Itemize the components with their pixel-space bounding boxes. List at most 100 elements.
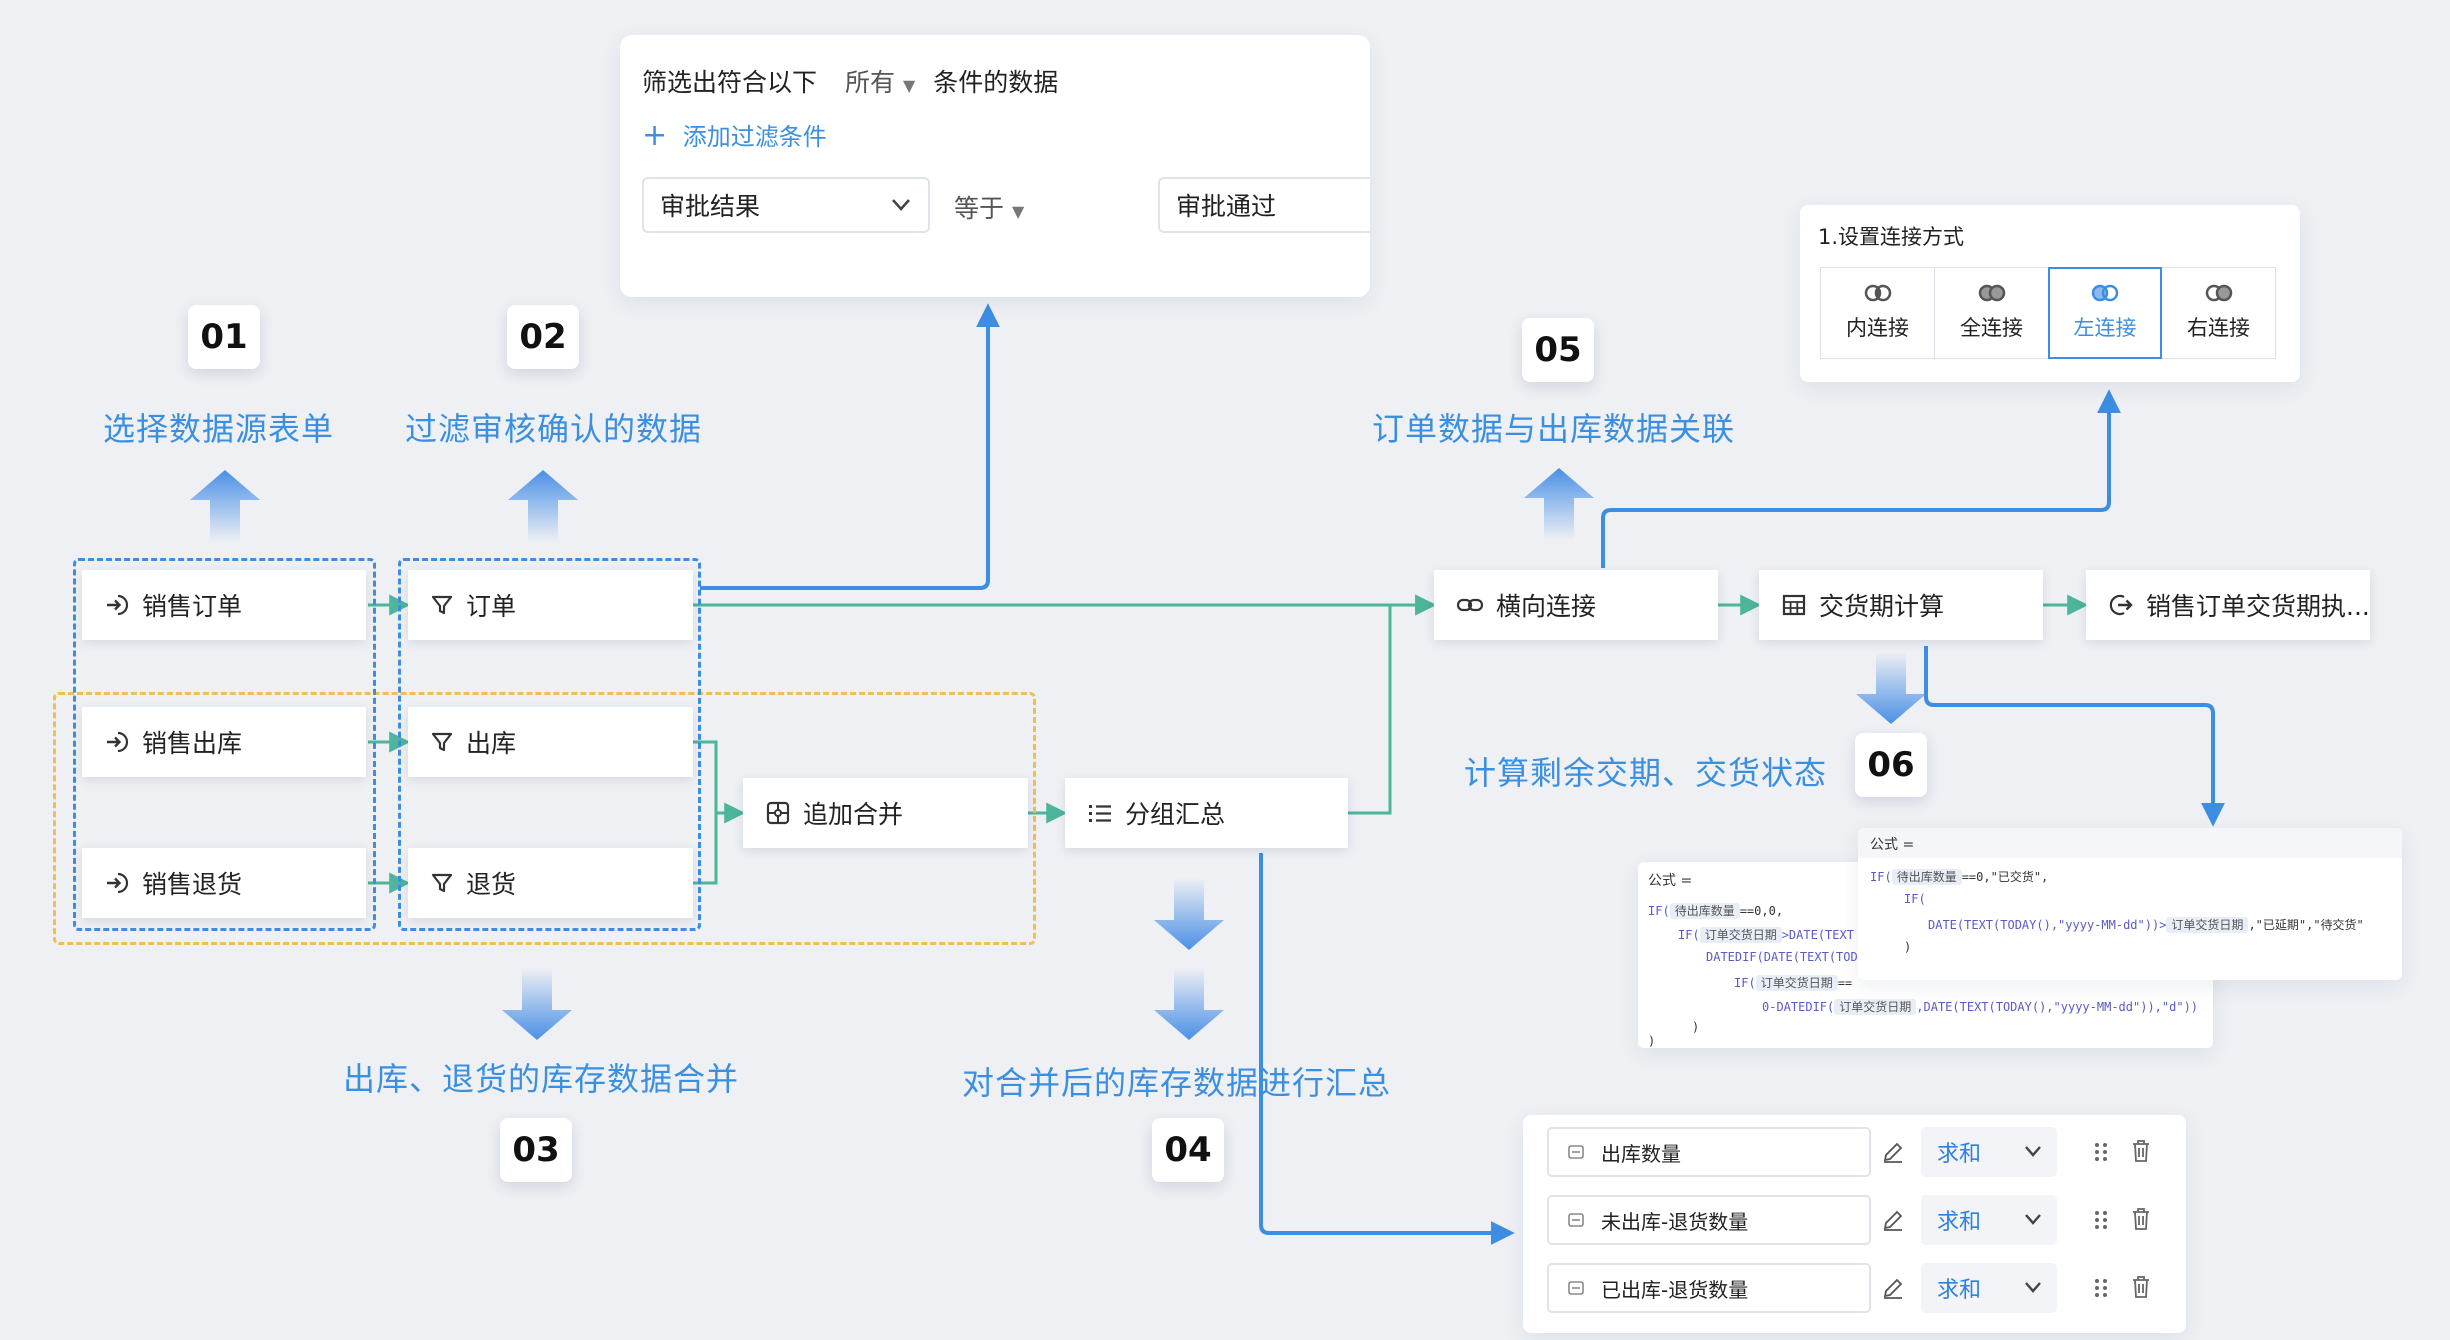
formula-back-line3: DATEDIF(DATE(TEXT(TOD <box>1706 950 1858 964</box>
code-text: == <box>1837 976 1853 990</box>
node-source-sales-return[interactable]: 销售退货 <box>82 848 366 918</box>
code-fn: IF( <box>1734 976 1756 990</box>
aggregate-func-select[interactable]: 求和 <box>1921 1127 2057 1177</box>
aggregate-field[interactable]: 出库数量 <box>1547 1127 1871 1177</box>
step-badge-06: 06 <box>1855 733 1927 797</box>
full-join-icon <box>1978 284 2005 302</box>
drag-handle-icon[interactable] <box>2093 1140 2109 1164</box>
aggregate-func-value: 求和 <box>1937 1278 1982 1303</box>
list-icon <box>1089 805 1111 822</box>
step-label-01: 选择数据源表单 <box>103 410 335 448</box>
link-icon <box>1456 598 1484 612</box>
trash-icon[interactable] <box>2131 1207 2151 1231</box>
edit-icon[interactable] <box>1881 1208 1905 1232</box>
node-append-merge[interactable]: 追加合并 <box>743 778 1028 848</box>
formula-back-line4: IF(订单交货日期 == <box>1734 974 1852 991</box>
up-arrow-01 <box>190 470 260 542</box>
node-filter-order[interactable]: 订单 <box>408 570 693 640</box>
filter-operator-select[interactable]: 等于 ▼ <box>954 189 1024 225</box>
field-tag: 订单交货日期 <box>1755 975 1838 991</box>
join-option-full-label: 全连接 <box>1960 316 2023 340</box>
field-tag: 订单交货日期 <box>1699 927 1782 943</box>
step-badge-03: 03 <box>500 1118 572 1182</box>
formula-back-line5: 0-DATEDIF(订单交货日期 ,DATE(TEXT(TODAY(),"yyyy… <box>1762 998 2198 1015</box>
drag-handle-icon[interactable] <box>2093 1276 2109 1300</box>
node-group-summary[interactable]: 分组汇总 <box>1065 778 1348 848</box>
aggregate-card: 出库数量 求和 未出库-退货数量 求和 已出库-退货数量 求和 <box>1523 1115 2186 1333</box>
code-text: >DATE(TEXT <box>1781 928 1854 942</box>
left-join-icon <box>2091 284 2119 302</box>
join-option-left[interactable]: 左连接 <box>2048 267 2162 359</box>
join-option-inner-label: 内连接 <box>1846 316 1909 340</box>
filter-condition-card: 筛选出符合以下 所有 ▼ 条件的数据 + 添加过滤条件 审批结果 等于 ▼ 审批… <box>620 35 1370 297</box>
code-text: ) <box>1692 1020 1700 1034</box>
code-text: ==0,0, <box>1739 904 1784 918</box>
node-filter-outbound[interactable]: 出库 <box>408 707 693 777</box>
formula-back-line1: IF(待出库数量 ==0,0, <box>1648 902 1783 919</box>
inner-join-icon <box>1864 284 1891 302</box>
node-label: 销售订单 <box>142 592 243 621</box>
node-source-sales-outbound[interactable]: 销售出库 <box>82 707 366 777</box>
drag-handle-icon[interactable] <box>2093 1208 2109 1232</box>
join-option-right[interactable]: 右连接 <box>2162 267 2276 359</box>
filter-field-value: 审批结果 <box>660 192 761 221</box>
aggregate-func-value: 求和 <box>1937 1210 1982 1235</box>
code-fn: IF( <box>1870 870 1892 884</box>
node-delivery-calc[interactable]: 交货期计算 <box>1759 570 2043 640</box>
code-text: DATEDIF(DATE(TEXT(TOD <box>1706 950 1858 964</box>
join-option-inner[interactable]: 内连接 <box>1820 267 1934 359</box>
node-label: 销售退货 <box>142 870 243 899</box>
formula-front-line2: IF( <box>1904 892 1926 906</box>
step-badge-05: 05 <box>1522 318 1594 382</box>
edit-icon[interactable] <box>1881 1276 1905 1300</box>
join-option-left-label: 左连接 <box>2073 316 2137 340</box>
filter-scope-select[interactable]: 所有 ▼ <box>845 68 923 97</box>
aggregate-field[interactable]: 未出库-退货数量 <box>1547 1195 1871 1245</box>
node-label: 横向连接 <box>1496 592 1597 621</box>
step-badge-01: 01 <box>188 305 260 369</box>
aggregate-func-select[interactable]: 求和 <box>1921 1263 2057 1313</box>
join-option-full[interactable]: 全连接 <box>1934 267 2048 359</box>
node-filter-return[interactable]: 退货 <box>408 848 693 918</box>
formula-back-title: 公式 = <box>1648 873 1693 889</box>
node-label: 出库 <box>466 729 517 758</box>
edge-group-to-aggregate <box>1259 853 1515 1245</box>
node-label: 退货 <box>466 870 517 899</box>
edge-calc-to-formula <box>1924 646 2225 827</box>
add-filter-button[interactable]: + 添加过滤条件 <box>642 117 827 153</box>
aggregate-field[interactable]: 已出库-退货数量 <box>1547 1263 1871 1313</box>
trash-icon[interactable] <box>2131 1275 2151 1299</box>
formula-front-title: 公式 = <box>1858 828 2402 858</box>
plus-icon: + <box>642 118 668 153</box>
input-arrow-icon <box>107 872 129 894</box>
code-fn: IF( <box>1904 892 1926 906</box>
caret-down-icon: ▼ <box>902 76 916 95</box>
field-tag: 待出库数量 <box>1891 869 1962 885</box>
aggregate-func-select[interactable]: 求和 <box>1921 1195 2057 1245</box>
chevron-down-icon <box>892 199 910 211</box>
formula-back-line6: ) <box>1692 1020 1699 1034</box>
step-label-04: 对合并后的库存数据进行汇总 <box>962 1064 1392 1102</box>
node-horizontal-join[interactable]: 横向连接 <box>1434 570 1718 640</box>
filter-icon <box>431 732 453 752</box>
aggregate-field-label: 出库数量 <box>1601 1141 1681 1166</box>
node-output[interactable]: 销售订单交货期执... <box>2086 570 2370 640</box>
filter-value-input[interactable]: 审批通过 <box>1158 177 1370 233</box>
down-arrow-04a <box>1154 878 1224 950</box>
chevron-down-icon <box>2025 1282 2041 1293</box>
filter-field-select[interactable]: 审批结果 <box>642 177 930 233</box>
node-label: 交货期计算 <box>1819 592 1945 621</box>
filter-operator-value: 等于 <box>954 194 1005 223</box>
trash-icon[interactable] <box>2131 1139 2151 1163</box>
formula-front-line4: ) <box>1904 940 1911 954</box>
node-source-sales-order[interactable]: 销售订单 <box>82 570 366 640</box>
down-arrow-04b <box>1154 968 1224 1040</box>
step-label-03: 出库、退货的库存数据合并 <box>343 1060 740 1098</box>
code-text: DATE(TEXT(TODAY(),"yyyy-MM-dd"))> <box>1928 918 2167 932</box>
edit-icon[interactable] <box>1881 1140 1905 1164</box>
step-badge-02: 02 <box>507 305 579 369</box>
down-arrow-06 <box>1856 652 1926 724</box>
field-type-icon <box>1568 1145 1584 1159</box>
input-arrow-icon <box>107 731 129 753</box>
join-options: 内连接 全连接 左连接 右连接 <box>1800 205 2300 382</box>
